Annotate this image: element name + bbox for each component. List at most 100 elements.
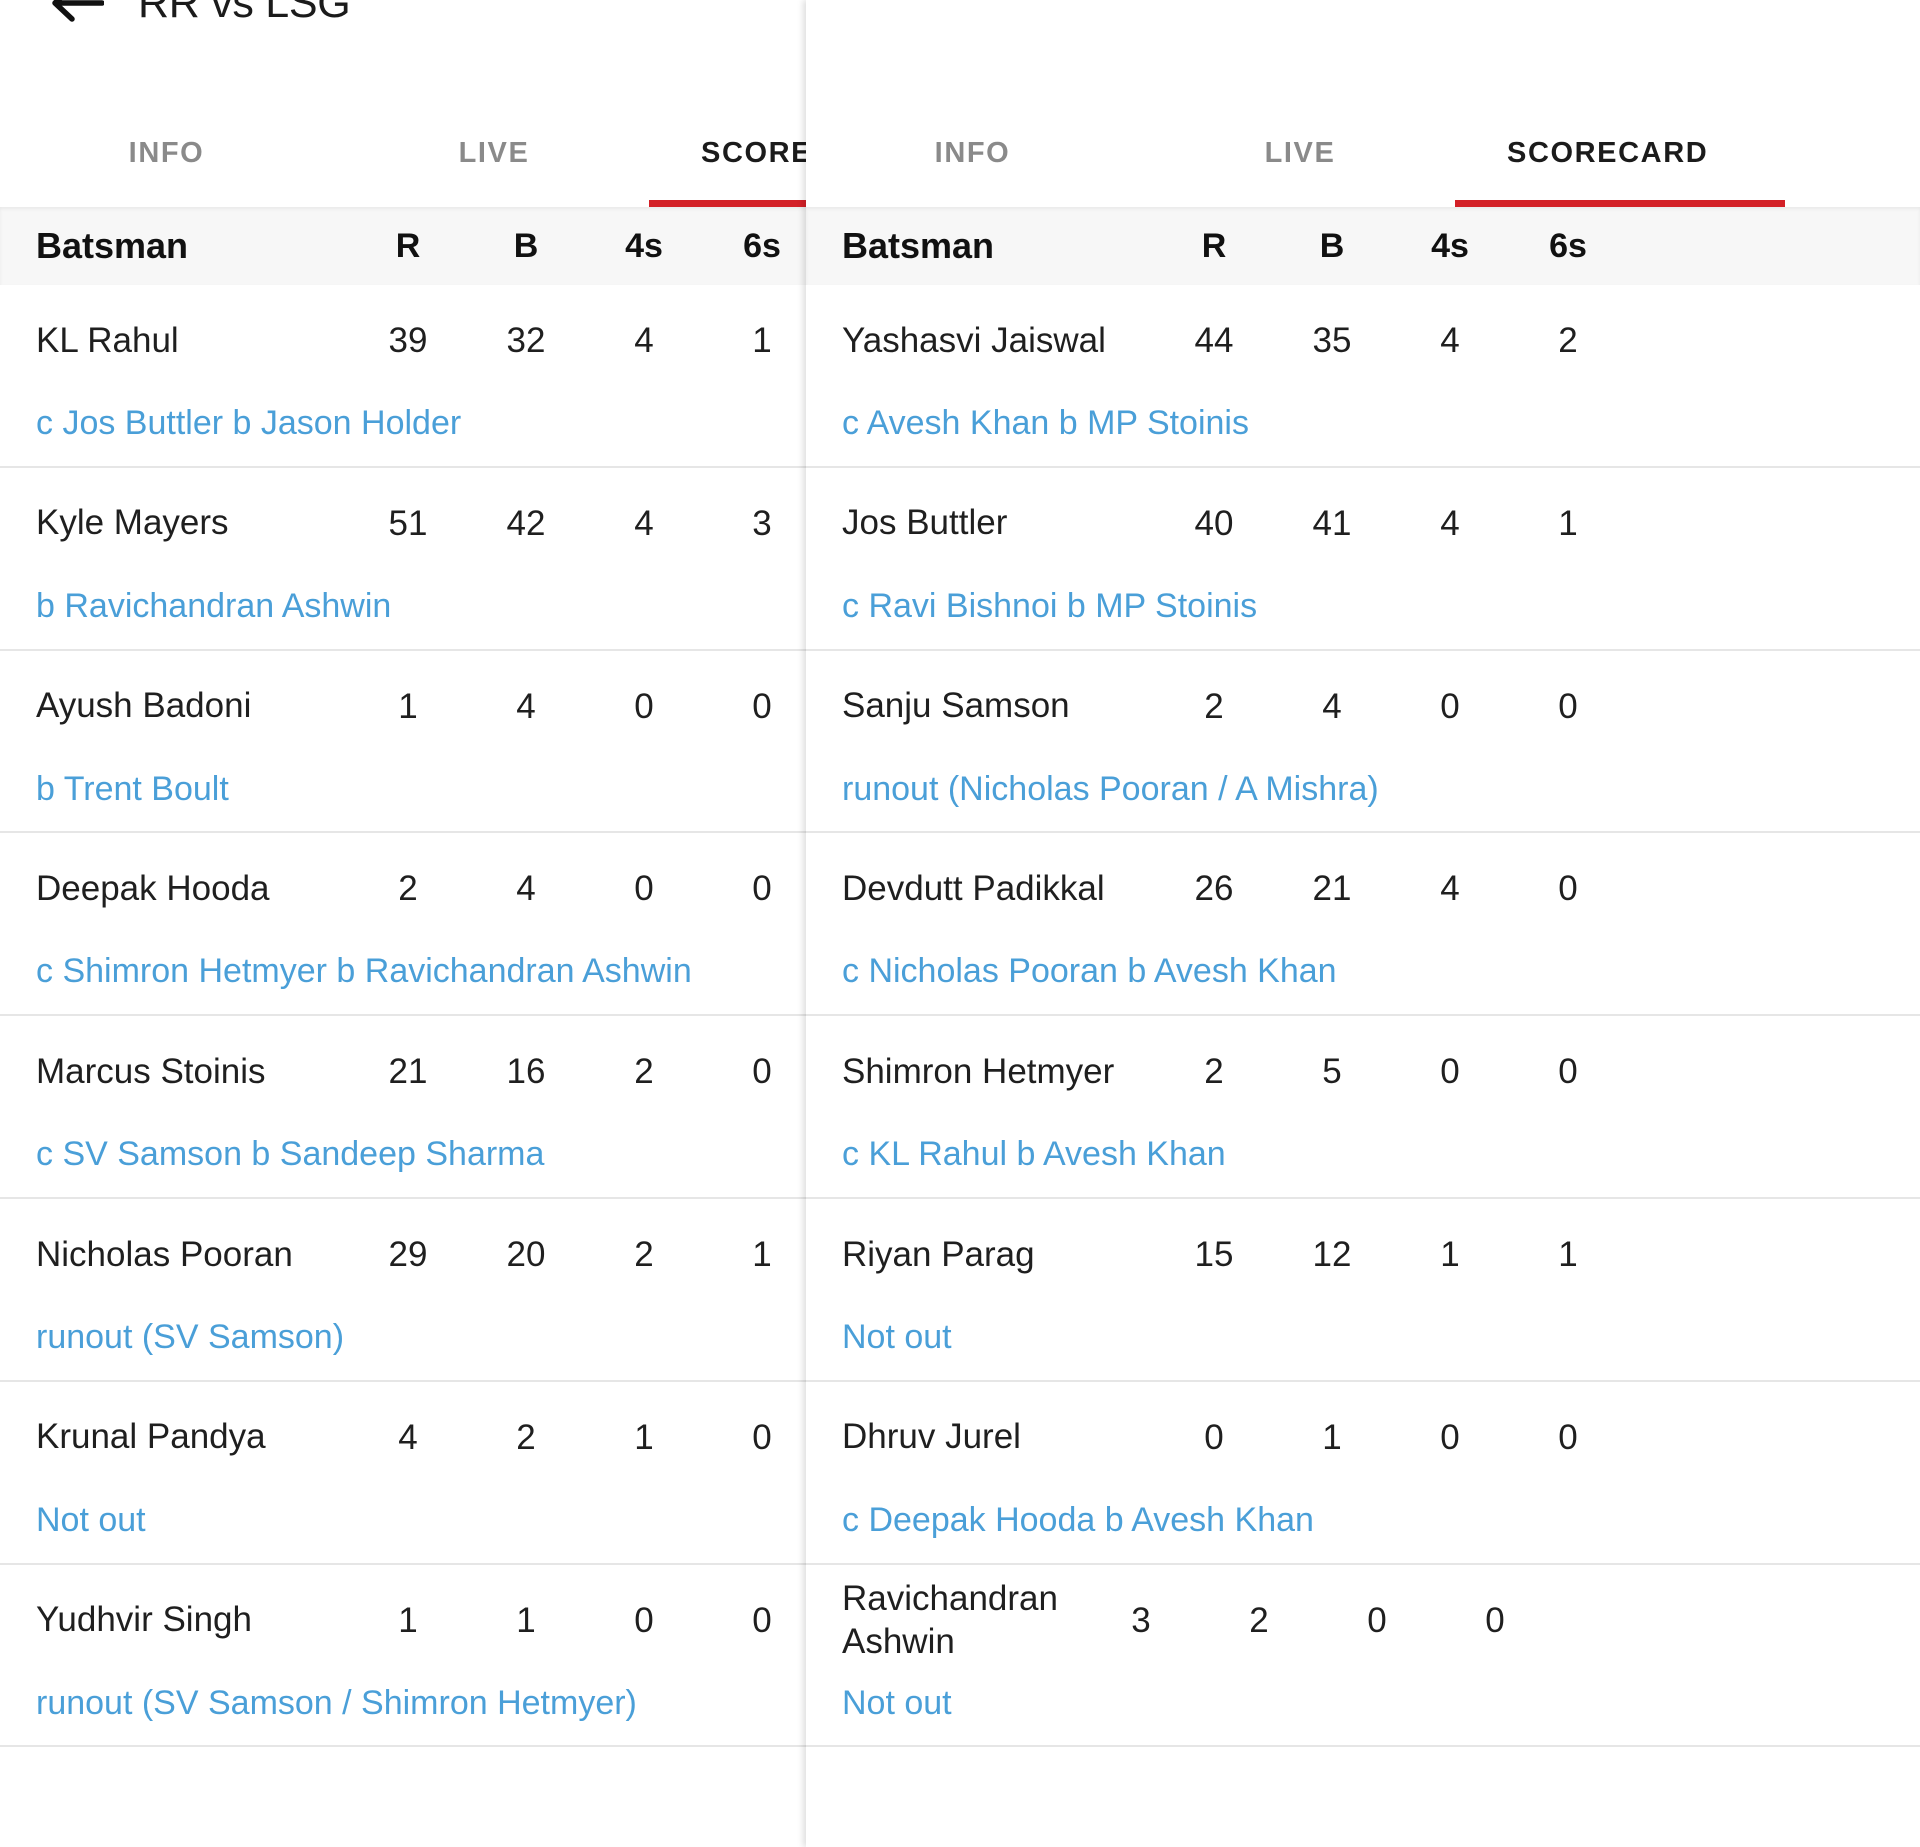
dismissal-text: c SV Samson b Sandeep Sharma [36, 1135, 545, 1174]
tab-info[interactable]: INFO [806, 137, 1139, 170]
right-batting-table: Batsman R B 4s 6s Yashasvi Jaiswal 44 35… [806, 207, 1920, 1748]
col-header-runs: R [395, 226, 421, 265]
batsman-balls: 21 [1312, 869, 1352, 909]
col-header-runs: R [1201, 226, 1227, 265]
batsman-sixes: 0 [752, 1417, 772, 1457]
batsman-fours: 1 [1440, 1234, 1460, 1274]
batsman-name: Riyan Parag [842, 1234, 1035, 1274]
table-row[interactable]: Krunal Pandya 4 2 1 0 Not out [0, 1382, 806, 1565]
batsman-runs: 2 [1204, 686, 1224, 726]
batsman-balls: 41 [1312, 503, 1352, 543]
col-header-balls: B [513, 226, 539, 265]
collapse-chevron-icon[interactable] [986, 0, 1056, 16]
batsman-sixes: 0 [752, 1600, 772, 1640]
batsman-runs: 15 [1194, 1234, 1234, 1274]
batsman-runs: 51 [388, 503, 428, 543]
table-row[interactable]: KL Rahul 39 32 4 1 c Jos Buttler b Jason… [0, 285, 806, 468]
dismissal-text: c Jos Buttler b Jason Holder [36, 404, 462, 442]
left-title-bar: RR vs LSG [0, 0, 806, 38]
tab-live[interactable]: LIVE [1139, 137, 1461, 170]
batsman-name: Kyle Mayers [36, 503, 229, 543]
batsman-name: Marcus Stoinis [36, 1051, 266, 1091]
batsman-runs: 4 [398, 1417, 418, 1457]
batsman-fours: 0 [634, 1600, 654, 1640]
table-row[interactable]: Yudhvir Singh 1 1 0 0 runout (SV Samson … [0, 1565, 806, 1748]
dismissal-text: Not out [36, 1500, 146, 1539]
right-tab-bar: INFO LIVE SCORECARD [806, 108, 1920, 198]
batsman-balls: 32 [506, 321, 546, 360]
dismissal-text: c KL Rahul b Avesh Khan [842, 1135, 1226, 1174]
batsman-balls: 4 [516, 686, 536, 726]
batsman-runs: 3 [1131, 1600, 1151, 1640]
batsman-fours: 0 [1440, 686, 1460, 726]
batsman-balls: 2 [516, 1417, 536, 1457]
batsman-name: Nicholas Pooran [36, 1234, 293, 1274]
batsman-sixes: 1 [1558, 503, 1578, 543]
table-row[interactable]: Sanju Samson 2 4 0 0 runout (Nicholas Po… [806, 651, 1920, 834]
batsman-name: Shimron Hetmyer [842, 1051, 1115, 1091]
batsman-fours: 1 [634, 1417, 654, 1457]
batsman-runs: 44 [1194, 321, 1234, 360]
table-row[interactable]: Riyan Parag 15 12 1 1 Not out [806, 1199, 1920, 1382]
back-arrow-icon[interactable] [52, 0, 104, 23]
screenshot-stage: RR vs LSG INFO LIVE SCORECARD Batsman R … [0, 0, 1920, 1847]
batsman-sixes: 0 [1558, 686, 1578, 726]
batsman-balls: 4 [516, 869, 536, 909]
batsman-balls: 4 [1322, 686, 1342, 726]
table-row[interactable]: Devdutt Padikkal 26 21 4 0 c Nicholas Po… [806, 833, 1920, 1017]
batsman-fours: 0 [1440, 1052, 1460, 1092]
batsman-runs: 2 [398, 869, 418, 909]
table-row[interactable]: Deepak Hooda 2 4 0 0 c Shimron Hetmyer b… [0, 833, 806, 1017]
batsman-name: Dhruv Jurel [842, 1417, 1021, 1457]
table-row[interactable]: Jos Buttler 40 41 4 1 c Ravi Bishnoi b M… [806, 468, 1920, 651]
col-header-batsman: Batsman [842, 225, 995, 267]
batsman-sixes: 0 [752, 686, 772, 726]
table-row[interactable]: Dhruv Jurel 0 1 0 0 c Deepak Hooda b Ave… [806, 1382, 1920, 1565]
table-row[interactable]: Ayush Badoni 1 4 0 0 b Trent Boult [0, 651, 806, 834]
col-header-balls: B [1319, 226, 1345, 265]
batsman-fours: 4 [634, 321, 654, 360]
dismissal-text: Not out [842, 1317, 952, 1356]
table-row[interactable]: Ravichandran Ashwin 3 2 0 0 Not out [806, 1565, 1920, 1748]
batsman-balls: 16 [506, 1052, 546, 1092]
left-shot-canvas: RR vs LSG INFO LIVE SCORECARD Batsman R … [0, 0, 806, 1847]
dismissal-text: c Ravi Bishnoi b MP Stoinis [842, 586, 1258, 625]
dismissal-text: c Nicholas Pooran b Avesh Khan [842, 952, 1337, 991]
tab-info[interactable]: INFO [0, 137, 333, 170]
col-header-sixes: 6s [743, 226, 781, 265]
batsman-balls: 2 [1249, 1600, 1269, 1640]
batsman-runs: 1 [398, 686, 418, 726]
col-header-fours: 4s [1431, 226, 1469, 265]
batsman-balls: 5 [1322, 1052, 1342, 1092]
batsman-balls: 1 [516, 1600, 536, 1640]
page-title: RR vs LSG [138, 0, 351, 27]
table-row[interactable]: Marcus Stoinis 21 16 2 0 c SV Samson b S… [0, 1016, 806, 1199]
tab-live[interactable]: LIVE [333, 137, 655, 170]
tab-scorecard[interactable]: SCORECARD [655, 137, 806, 170]
tab-scorecard[interactable]: SCORECARD [1461, 137, 1837, 170]
batsman-name: Krunal Pandya [36, 1417, 266, 1457]
batsman-fours: 2 [634, 1052, 654, 1092]
batsman-runs: 21 [388, 1052, 428, 1092]
dismissal-text: b Ravichandran Ashwin [36, 586, 392, 625]
right-shot-canvas: INFO LIVE SCORECARD Batsman R B 4s 6s Ya… [806, 0, 1920, 1847]
table-row[interactable]: Yashasvi Jaiswal 44 35 4 2 c Avesh Khan … [806, 285, 1920, 468]
batsman-sixes: 0 [1558, 1417, 1578, 1457]
dismissal-text: runout (SV Samson / Shimron Hetmyer) [36, 1683, 637, 1722]
batsman-fours: 2 [634, 1234, 654, 1274]
table-row[interactable]: Nicholas Pooran 29 20 2 1 runout (SV Sam… [0, 1199, 806, 1382]
batsman-runs: 40 [1194, 503, 1234, 543]
col-header-sixes: 6s [1549, 226, 1587, 265]
batsman-balls: 42 [506, 503, 546, 543]
batsman-balls: 35 [1312, 321, 1352, 360]
batsman-fours: 0 [634, 869, 654, 909]
dismissal-text: runout (SV Samson) [36, 1317, 345, 1356]
table-row[interactable]: Shimron Hetmyer 2 5 0 0 c KL Rahul b Ave… [806, 1016, 1920, 1199]
batsman-fours: 0 [1440, 1417, 1460, 1457]
table-row[interactable]: Kyle Mayers 51 42 4 3 b Ravichandran Ash… [0, 468, 806, 651]
batsman-name: Yudhvir Singh [36, 1600, 252, 1640]
batsman-sixes: 3 [752, 503, 772, 543]
batsman-runs: 26 [1194, 869, 1234, 909]
batsman-name: Jos Buttler [842, 503, 1008, 543]
table-header-row: Batsman R B 4s 6s [806, 207, 1920, 285]
